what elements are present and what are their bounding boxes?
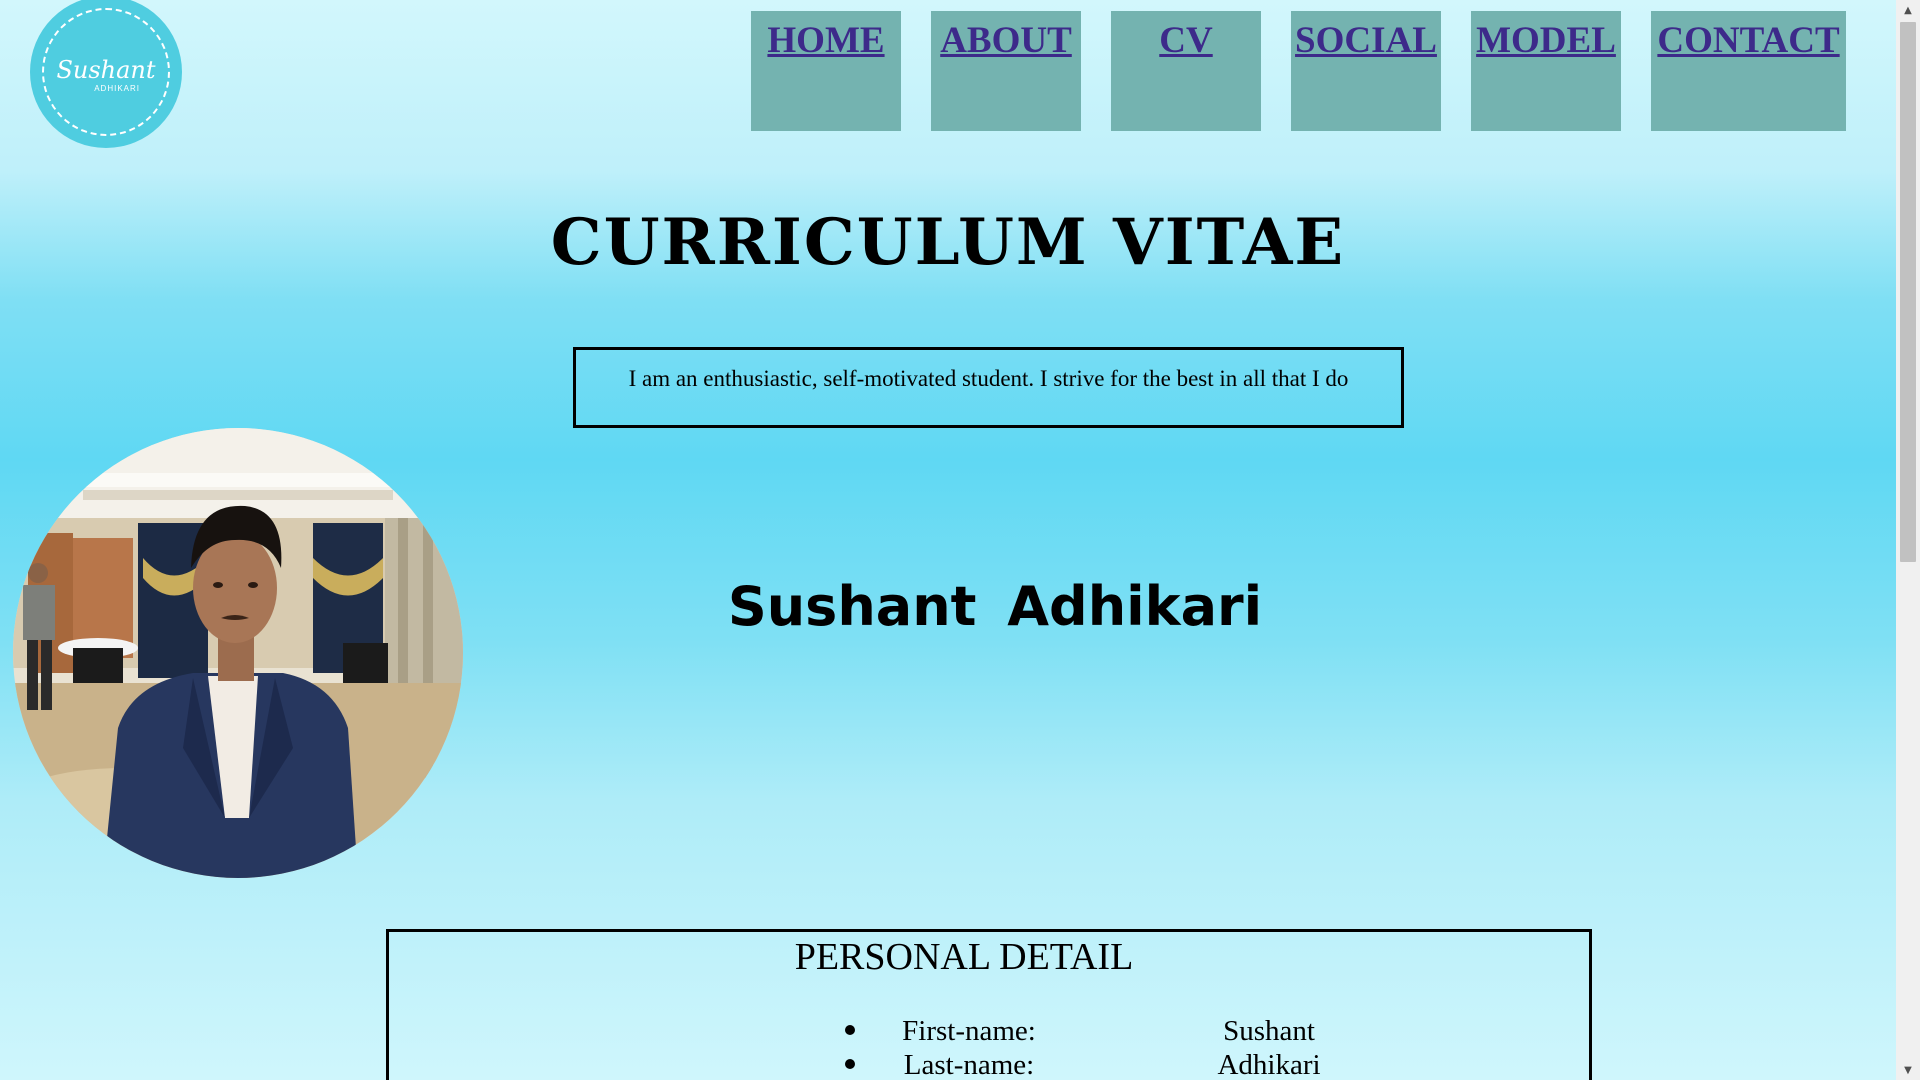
detail-value: Adhikari [1217, 1049, 1321, 1080]
nav-item-contact: CONTACT [1651, 11, 1846, 131]
tagline-text: I am an enthusiastic, self-motivated stu… [628, 366, 1349, 391]
nav-item-social: SOCIAL [1291, 11, 1441, 131]
nav-item-model: MODEL [1471, 11, 1621, 131]
vertical-scrollbar[interactable]: ▲ ▼ [1896, 0, 1920, 1080]
bullet-icon [845, 1025, 855, 1035]
profile-photo-image [13, 428, 463, 878]
tagline-box: I am an enthusiastic, self-motivated stu… [573, 347, 1404, 428]
personal-detail-section: PERSONAL DETAIL First-name: Sushant Last… [386, 929, 1592, 1080]
detail-row-last-name: Last-name: Adhikari [389, 1049, 1589, 1080]
nav-link-model[interactable]: MODEL [1476, 20, 1616, 61]
site-logo[interactable]: Sushant ADHIKARI [30, 0, 182, 148]
detail-label: Last-name: [903, 1049, 1035, 1080]
detail-label: First-name: [902, 1015, 1036, 1047]
nav-link-social[interactable]: SOCIAL [1295, 20, 1437, 61]
person-name: Sushant Adhikari [727, 575, 1263, 638]
logo-sub-text: ADHIKARI [94, 83, 140, 93]
detail-value: Sushant [1223, 1015, 1315, 1047]
bullet-icon [845, 1059, 855, 1069]
logo-badge: Sushant ADHIKARI [42, 8, 170, 136]
scroll-thumb[interactable] [1900, 22, 1916, 562]
nav-link-about[interactable]: ABOUT [940, 20, 1072, 61]
profile-photo [13, 428, 463, 878]
nav-link-cv[interactable]: CV [1159, 20, 1212, 61]
page-title: CURRICULUM VITAE [550, 205, 1346, 280]
scroll-down-arrow-icon[interactable]: ▼ [1896, 1060, 1920, 1080]
nav-link-home[interactable]: HOME [767, 20, 884, 61]
nav-item-home: HOME [751, 11, 901, 131]
nav-link-contact[interactable]: CONTACT [1657, 20, 1839, 61]
nav-item-about: ABOUT [931, 11, 1081, 131]
personal-detail-heading: PERSONAL DETAIL [794, 936, 1134, 978]
detail-row-first-name: First-name: Sushant [389, 1015, 1589, 1049]
logo-script-text: Sushant [56, 55, 156, 84]
nav-item-cv: CV [1111, 11, 1261, 131]
scroll-up-arrow-icon[interactable]: ▲ [1896, 0, 1920, 20]
page: Sushant ADHIKARI HOME ABOUT CV SOCIAL MO… [0, 0, 1896, 1080]
